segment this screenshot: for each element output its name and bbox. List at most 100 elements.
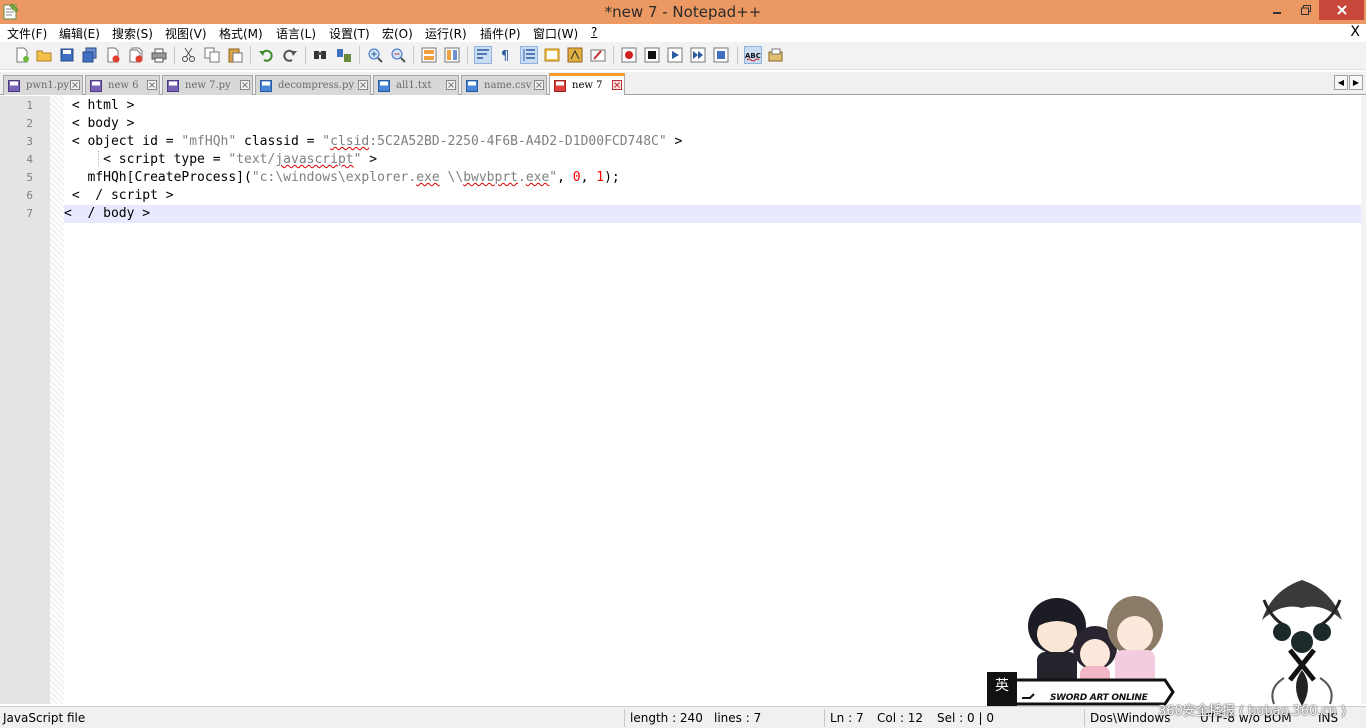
code-line[interactable]: < script type = "text/javascript" > — [64, 151, 1361, 169]
sync-h-icon[interactable] — [443, 46, 461, 64]
find-icon[interactable] — [311, 46, 329, 64]
sao-logo-text: SWORD ART ONLINE — [1050, 693, 1148, 703]
code-line[interactable]: < / script > — [64, 187, 1361, 205]
fold-margin[interactable] — [50, 96, 64, 704]
saved-file-icon — [8, 79, 20, 92]
zoom-in-icon[interactable] — [366, 46, 384, 64]
undo-icon[interactable] — [257, 46, 275, 64]
copy-icon[interactable] — [203, 46, 221, 64]
status-separator — [624, 709, 625, 727]
menu-file[interactable]: 文件(F) — [7, 25, 47, 42]
replace-icon[interactable] — [335, 46, 353, 64]
close-tab-icon[interactable] — [147, 80, 157, 90]
paste-icon[interactable] — [226, 46, 244, 64]
close-tab-icon[interactable] — [358, 80, 368, 90]
close-tab-icon[interactable] — [534, 80, 544, 90]
print-icon[interactable] — [150, 46, 168, 64]
doc-map-icon[interactable] — [543, 46, 561, 64]
code-string: "mfHQh" — [181, 134, 237, 149]
maximize-button[interactable] — [1292, 0, 1319, 20]
spell-options-icon[interactable] — [767, 46, 785, 64]
toolbar-separator — [359, 46, 360, 64]
tab-new-7-py[interactable]: new 7.py — [162, 75, 253, 95]
menu-plugins[interactable]: 插件(P) — [480, 25, 521, 42]
tab-name-csv[interactable]: name.csv — [461, 75, 547, 95]
zoom-out-icon[interactable] — [389, 46, 407, 64]
menu-bar: 文件(F) 编辑(E) 搜索(S) 视图(V) 格式(M) 语言(L) 设置(T… — [0, 24, 1366, 42]
lines-status: lines : 7 — [714, 711, 762, 725]
window-title: *new 7 - Notepad++ — [604, 3, 762, 21]
new-file-icon[interactable] — [13, 46, 31, 64]
play-macro-icon[interactable] — [666, 46, 684, 64]
menu-settings[interactable]: 设置(T) — [329, 25, 370, 42]
save-icon[interactable] — [58, 46, 76, 64]
code-line[interactable]: < body > — [64, 115, 1361, 133]
toolbar-separator — [250, 46, 251, 64]
tab-scroll-left-button[interactable]: ◀ — [1334, 75, 1348, 90]
menu-edit[interactable]: 编辑(E) — [59, 25, 100, 42]
minimize-button[interactable] — [1262, 0, 1292, 20]
folder-workspace-icon[interactable] — [589, 46, 607, 64]
tab-new-7-active[interactable]: new 7 — [549, 73, 625, 95]
menu-macro[interactable]: 宏(O) — [382, 25, 413, 42]
indent-guide-icon[interactable] — [520, 46, 538, 64]
sao-badge-top: 英 — [995, 677, 1009, 694]
cursor-line-status: Ln : 7 — [830, 711, 864, 725]
close-tab-icon[interactable] — [612, 80, 622, 90]
line-number: 4 — [26, 153, 33, 166]
stop-macro-icon[interactable] — [643, 46, 661, 64]
function-list-icon[interactable] — [566, 46, 584, 64]
code-text: < script type = — [64, 152, 229, 167]
run-macro-multiple-icon[interactable] — [689, 46, 707, 64]
code-line[interactable]: mfHQh[CreateProcess]("c:\windows\explore… — [64, 169, 1361, 187]
menu-language[interactable]: 语言(L) — [276, 25, 316, 42]
menu-help[interactable]: ? — [591, 25, 597, 39]
close-file-icon[interactable] — [104, 46, 122, 64]
menu-view[interactable]: 视图(V) — [165, 25, 207, 42]
close-all-icon[interactable] — [127, 46, 145, 64]
show-all-chars-icon[interactable]: ¶ — [497, 46, 515, 64]
line-number-margin: 1 2 3 4 5 6 7 — [0, 96, 50, 704]
code-string: :5C2A52BD-2250-4F6B-A4D2-D1D00FCD748C" — [369, 134, 667, 149]
tab-all1-txt[interactable]: all1.txt — [373, 75, 459, 95]
cut-icon[interactable] — [180, 46, 198, 64]
save-all-icon[interactable] — [81, 46, 99, 64]
line-number: 6 — [26, 189, 33, 202]
close-icon — [1336, 5, 1347, 15]
close-document-button[interactable]: X — [1350, 24, 1360, 40]
code-line[interactable]: < object id = "mfHQh" classid = "clsid:5… — [64, 133, 1361, 151]
tab-new-6[interactable]: new 6 — [85, 75, 160, 95]
close-tab-icon[interactable] — [70, 80, 80, 90]
saved-file-icon — [260, 79, 272, 92]
saved-file-icon — [167, 79, 179, 92]
tab-pwn1-py[interactable]: pwn1.py — [3, 75, 83, 95]
spell-check-icon[interactable]: ABC — [744, 46, 762, 64]
redo-icon[interactable] — [281, 46, 299, 64]
tab-decompress-py[interactable]: decompress.py — [255, 75, 371, 95]
close-window-button[interactable] — [1319, 0, 1364, 20]
open-file-icon[interactable] — [35, 46, 53, 64]
svg-text:¶: ¶ — [501, 49, 509, 63]
menu-format[interactable]: 格式(M) — [219, 25, 263, 42]
vertical-scrollbar[interactable] — [1361, 96, 1366, 704]
tab-scroll-right-button[interactable]: ▶ — [1349, 75, 1363, 90]
toolbar-separator — [467, 46, 468, 64]
code-text: < / body > — [64, 206, 151, 221]
word-wrap-icon[interactable] — [474, 46, 492, 64]
menu-search[interactable]: 搜索(S) — [112, 25, 153, 42]
code-line[interactable]: < html > — [64, 97, 1361, 115]
title-bar[interactable]: *new 7 - Notepad++ — [0, 0, 1366, 24]
code-text: < body > — [64, 116, 135, 131]
line-number: 5 — [26, 171, 33, 184]
menu-run[interactable]: 运行(R) — [425, 25, 467, 42]
sync-v-icon[interactable] — [420, 46, 438, 64]
current-code-line[interactable]: < / body > — [64, 205, 1361, 223]
line-number: 2 — [26, 117, 33, 130]
code-text: mfHQh[CreateProcess]( — [64, 170, 252, 185]
record-macro-icon[interactable] — [620, 46, 638, 64]
length-status: length : 240 — [630, 711, 703, 725]
menu-window[interactable]: 窗口(W) — [533, 25, 578, 42]
close-tab-icon[interactable] — [240, 80, 250, 90]
close-tab-icon[interactable] — [446, 80, 456, 90]
save-macro-icon[interactable] — [712, 46, 730, 64]
